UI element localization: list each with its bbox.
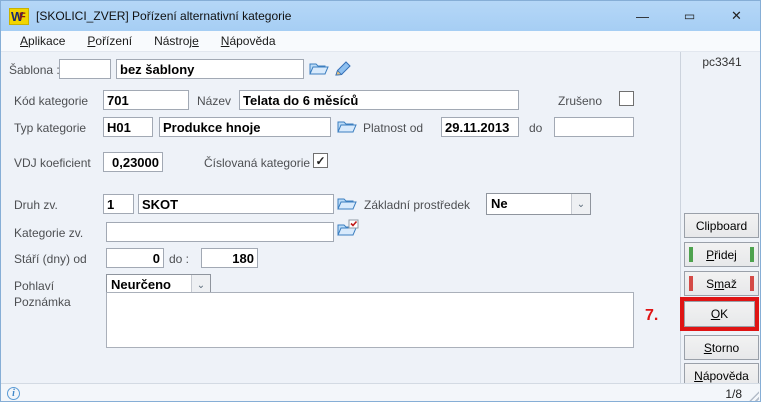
smaz-red-bar-icon <box>689 276 693 291</box>
stari-do-input[interactable] <box>201 248 258 268</box>
clipboard-button[interactable]: Clipboard <box>684 213 759 238</box>
platnost-od-input[interactable] <box>441 117 519 137</box>
kod-kategorie-label: Kód kategorie <box>14 94 88 108</box>
template-open-folder-icon[interactable] <box>309 60 329 77</box>
platnost-do-input[interactable] <box>554 117 634 137</box>
app-logo-icon: W F <box>9 8 29 25</box>
template-edit-pencil-icon[interactable] <box>334 60 354 77</box>
statusbar: i 1/8 <box>1 383 760 402</box>
resize-grip[interactable] <box>748 391 759 402</box>
stari-od-input[interactable] <box>106 248 164 268</box>
clipboard-button-label: Clipboard <box>696 219 747 233</box>
page-indicator: 1/8 <box>725 387 742 401</box>
nazev-label: Název <box>197 94 231 108</box>
panel-divider <box>680 52 681 383</box>
typ-kategorie-lookup-folder-icon[interactable] <box>337 118 357 135</box>
typ-kategorie-name-input[interactable] <box>159 117 331 137</box>
cislovana-kategorie-checkbox[interactable]: ✓ <box>313 153 328 168</box>
kategorie-zv-lookup-folder-check-icon[interactable] <box>337 219 357 236</box>
nazev-input[interactable] <box>239 90 519 110</box>
chevron-down-icon: ⌄ <box>571 194 590 214</box>
kod-kategorie-input[interactable] <box>103 90 189 110</box>
vdj-koeficient-input[interactable] <box>103 152 163 172</box>
info-icon: i <box>7 387 20 400</box>
menu-item-porizeni[interactable]: Pořízení <box>76 32 143 50</box>
sablona-code-input[interactable] <box>59 59 111 79</box>
menu-item-napoveda[interactable]: Nápověda <box>210 32 287 50</box>
platnost-od-label: Platnost od <box>363 121 423 135</box>
annotation-step-label: 7. <box>645 307 658 325</box>
application-window: W F [SKOLICI_ZVER] Pořízení alternativní… <box>0 0 761 402</box>
sablona-name-input[interactable] <box>116 59 304 79</box>
maximize-icon: ▭ <box>684 9 695 23</box>
platnost-do-label: do <box>529 121 542 135</box>
zruseno-label: Zrušeno <box>558 94 602 108</box>
cislovana-check-glyph: ✓ <box>315 155 325 167</box>
titlebar: W F [SKOLICI_ZVER] Pořízení alternativní… <box>1 1 760 31</box>
typ-kategorie-label: Typ kategorie <box>14 121 86 135</box>
ok-button[interactable]: OK <box>684 301 755 327</box>
kategorie-zv-label: Kategorie zv. <box>14 226 83 240</box>
typ-kategorie-code-input[interactable] <box>103 117 153 137</box>
window-title: [SKOLICI_ZVER] Pořízení alternativní kat… <box>36 9 291 23</box>
minimize-icon: — <box>636 9 649 24</box>
zakladni-prostredek-select[interactable]: Ne ⌄ <box>486 193 591 215</box>
stari-do-label: do : <box>169 252 189 266</box>
zruseno-checkbox[interactable] <box>619 91 634 106</box>
druh-zv-name-input[interactable] <box>138 194 334 214</box>
poznamka-label: Poznámka <box>14 295 71 309</box>
cislovana-kategorie-label: Číslovaná kategorie <box>204 156 310 170</box>
close-button[interactable]: ✕ <box>713 1 760 31</box>
sablona-label: Šablona : <box>9 63 60 77</box>
menu-item-nastroje[interactable]: Nástroje <box>143 32 210 50</box>
zakladni-prostredek-label: Základní prostředek <box>364 198 470 212</box>
kategorie-zv-input[interactable] <box>106 222 334 242</box>
stari-od-label: Stáří (dny) od <box>14 252 87 266</box>
menu-item-aplikace[interactable]: Aplikace <box>9 32 76 50</box>
vdj-koeficient-label: VDJ koeficient <box>14 156 91 170</box>
smaz-button[interactable]: Smaž <box>684 271 759 296</box>
close-icon: ✕ <box>731 8 742 24</box>
pridej-green-bar-icon <box>689 247 693 262</box>
pridej-button[interactable]: Přidej <box>684 242 759 267</box>
computer-name: pc3341 <box>691 55 753 69</box>
menubar: Aplikace Pořízení Nástroje Nápověda <box>1 31 760 52</box>
zakladni-prostredek-value: Ne <box>487 194 571 214</box>
pohlavi-label: Pohlaví <box>14 279 54 293</box>
annotation-highlight-box: OK <box>680 297 759 331</box>
storno-button[interactable]: Storno <box>684 335 759 360</box>
maximize-button[interactable]: ▭ <box>666 1 713 31</box>
minimize-button[interactable]: — <box>619 1 666 31</box>
app-logo-letter-f: F <box>19 10 26 25</box>
smaz-red-bar-icon <box>750 276 754 291</box>
druh-zv-code-input[interactable] <box>103 194 134 214</box>
poznamka-textarea[interactable] <box>106 292 634 348</box>
druh-zv-lookup-folder-icon[interactable] <box>337 195 357 212</box>
pridej-green-bar-icon <box>750 247 754 262</box>
druh-zv-label: Druh zv. <box>14 198 58 212</box>
